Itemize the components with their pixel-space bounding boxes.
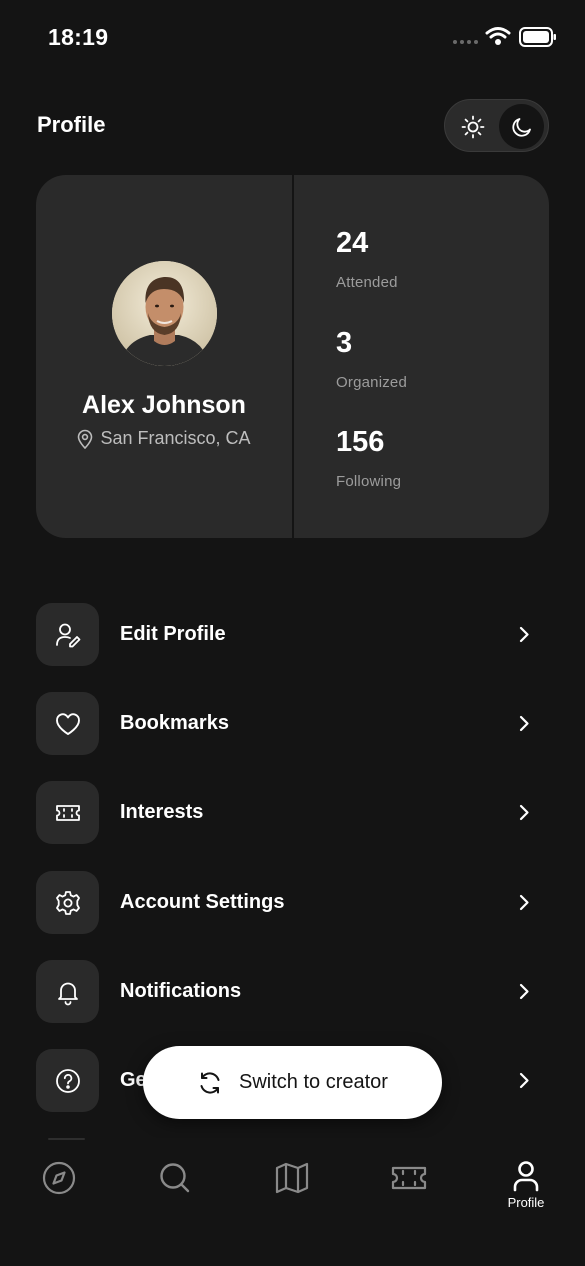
switch-to-creator-button[interactable]: Switch to creator bbox=[143, 1046, 442, 1119]
dark-mode-button[interactable] bbox=[499, 104, 544, 149]
chevron-right-icon bbox=[519, 1072, 529, 1089]
wifi-icon bbox=[485, 27, 511, 45]
menu-icon-box bbox=[36, 692, 99, 755]
chevron-right-icon bbox=[519, 804, 529, 821]
sun-icon bbox=[461, 115, 484, 138]
tab-profile[interactable]: Profile bbox=[491, 1160, 561, 1220]
tab-tickets[interactable] bbox=[374, 1160, 444, 1220]
chevron-right-icon bbox=[519, 894, 529, 911]
location-pin-icon bbox=[78, 429, 93, 449]
menu-item-edit-profile[interactable]: Edit Profile bbox=[36, 603, 549, 666]
menu-label: Edit Profile bbox=[120, 623, 226, 645]
bell-icon bbox=[57, 982, 78, 1005]
divider bbox=[48, 1138, 85, 1140]
menu-icon-box bbox=[36, 960, 99, 1023]
stat-organized[interactable]: 3 Organized bbox=[336, 327, 407, 391]
stat-label: Attended bbox=[336, 274, 398, 291]
user-icon bbox=[513, 1161, 539, 1192]
menu-label: Notifications bbox=[120, 980, 242, 1002]
profile-location: San Francisco, CA bbox=[36, 428, 292, 449]
stat-label: Organized bbox=[336, 374, 408, 391]
card-divider bbox=[292, 175, 294, 538]
menu-icon-box bbox=[36, 871, 99, 934]
stat-following[interactable]: 156 Following bbox=[336, 426, 401, 490]
avatar[interactable] bbox=[112, 261, 217, 366]
theme-toggle[interactable] bbox=[444, 99, 549, 152]
chevron-right-icon bbox=[519, 715, 529, 732]
menu-label: Interests bbox=[120, 801, 204, 823]
page-title: Profile bbox=[37, 112, 106, 137]
tab-search[interactable] bbox=[140, 1160, 210, 1220]
profile-card: Alex Johnson San Francisco, CA 24 Attend… bbox=[36, 175, 549, 538]
tab-map[interactable] bbox=[257, 1160, 327, 1220]
stat-value: 156 bbox=[336, 426, 385, 458]
chevron-right-icon bbox=[519, 626, 529, 643]
profile-name: Alex Johnson bbox=[82, 391, 246, 419]
status-time: 18:19 bbox=[48, 24, 109, 50]
switch-label: Switch to creator bbox=[239, 1071, 388, 1093]
help-icon bbox=[55, 1068, 80, 1093]
menu-item-bookmarks[interactable]: Bookmarks bbox=[36, 692, 549, 755]
menu-icon-box bbox=[36, 781, 99, 844]
light-mode-button[interactable] bbox=[450, 104, 495, 149]
tab-label: Profile bbox=[507, 1195, 545, 1210]
gear-icon bbox=[55, 890, 80, 915]
menu-icon-box bbox=[36, 1049, 99, 1112]
stat-value: 24 bbox=[336, 227, 369, 259]
ticket-icon bbox=[391, 1166, 427, 1190]
chevron-right-icon bbox=[519, 983, 529, 1000]
signal-icon bbox=[453, 40, 478, 44]
heart-icon bbox=[55, 712, 80, 735]
refresh-icon bbox=[200, 1071, 220, 1094]
map-icon bbox=[275, 1162, 309, 1194]
menu-item-interests[interactable]: Interests bbox=[36, 781, 549, 844]
tab-explore[interactable] bbox=[24, 1160, 94, 1220]
compass-icon bbox=[42, 1161, 76, 1195]
menu-label: Bookmarks bbox=[120, 712, 229, 734]
menu-item-notifications[interactable]: Notifications bbox=[36, 960, 549, 1023]
stat-value: 3 bbox=[336, 327, 353, 359]
menu-icon-box bbox=[36, 603, 99, 666]
search-icon bbox=[160, 1163, 190, 1193]
ticket-icon bbox=[55, 804, 80, 821]
battery-icon bbox=[519, 27, 556, 47]
moon-icon bbox=[511, 117, 531, 137]
location-text: San Francisco, CA bbox=[100, 428, 251, 448]
menu-label: Account Settings bbox=[120, 891, 285, 913]
stat-label: Following bbox=[336, 473, 402, 490]
menu-item-account-settings[interactable]: Account Settings bbox=[36, 871, 549, 934]
stat-attended[interactable]: 24 Attended bbox=[336, 227, 398, 291]
user-edit-icon bbox=[55, 623, 80, 647]
tab-bar: Profile bbox=[0, 1138, 585, 1266]
status-bar: 18:19 bbox=[0, 0, 585, 76]
